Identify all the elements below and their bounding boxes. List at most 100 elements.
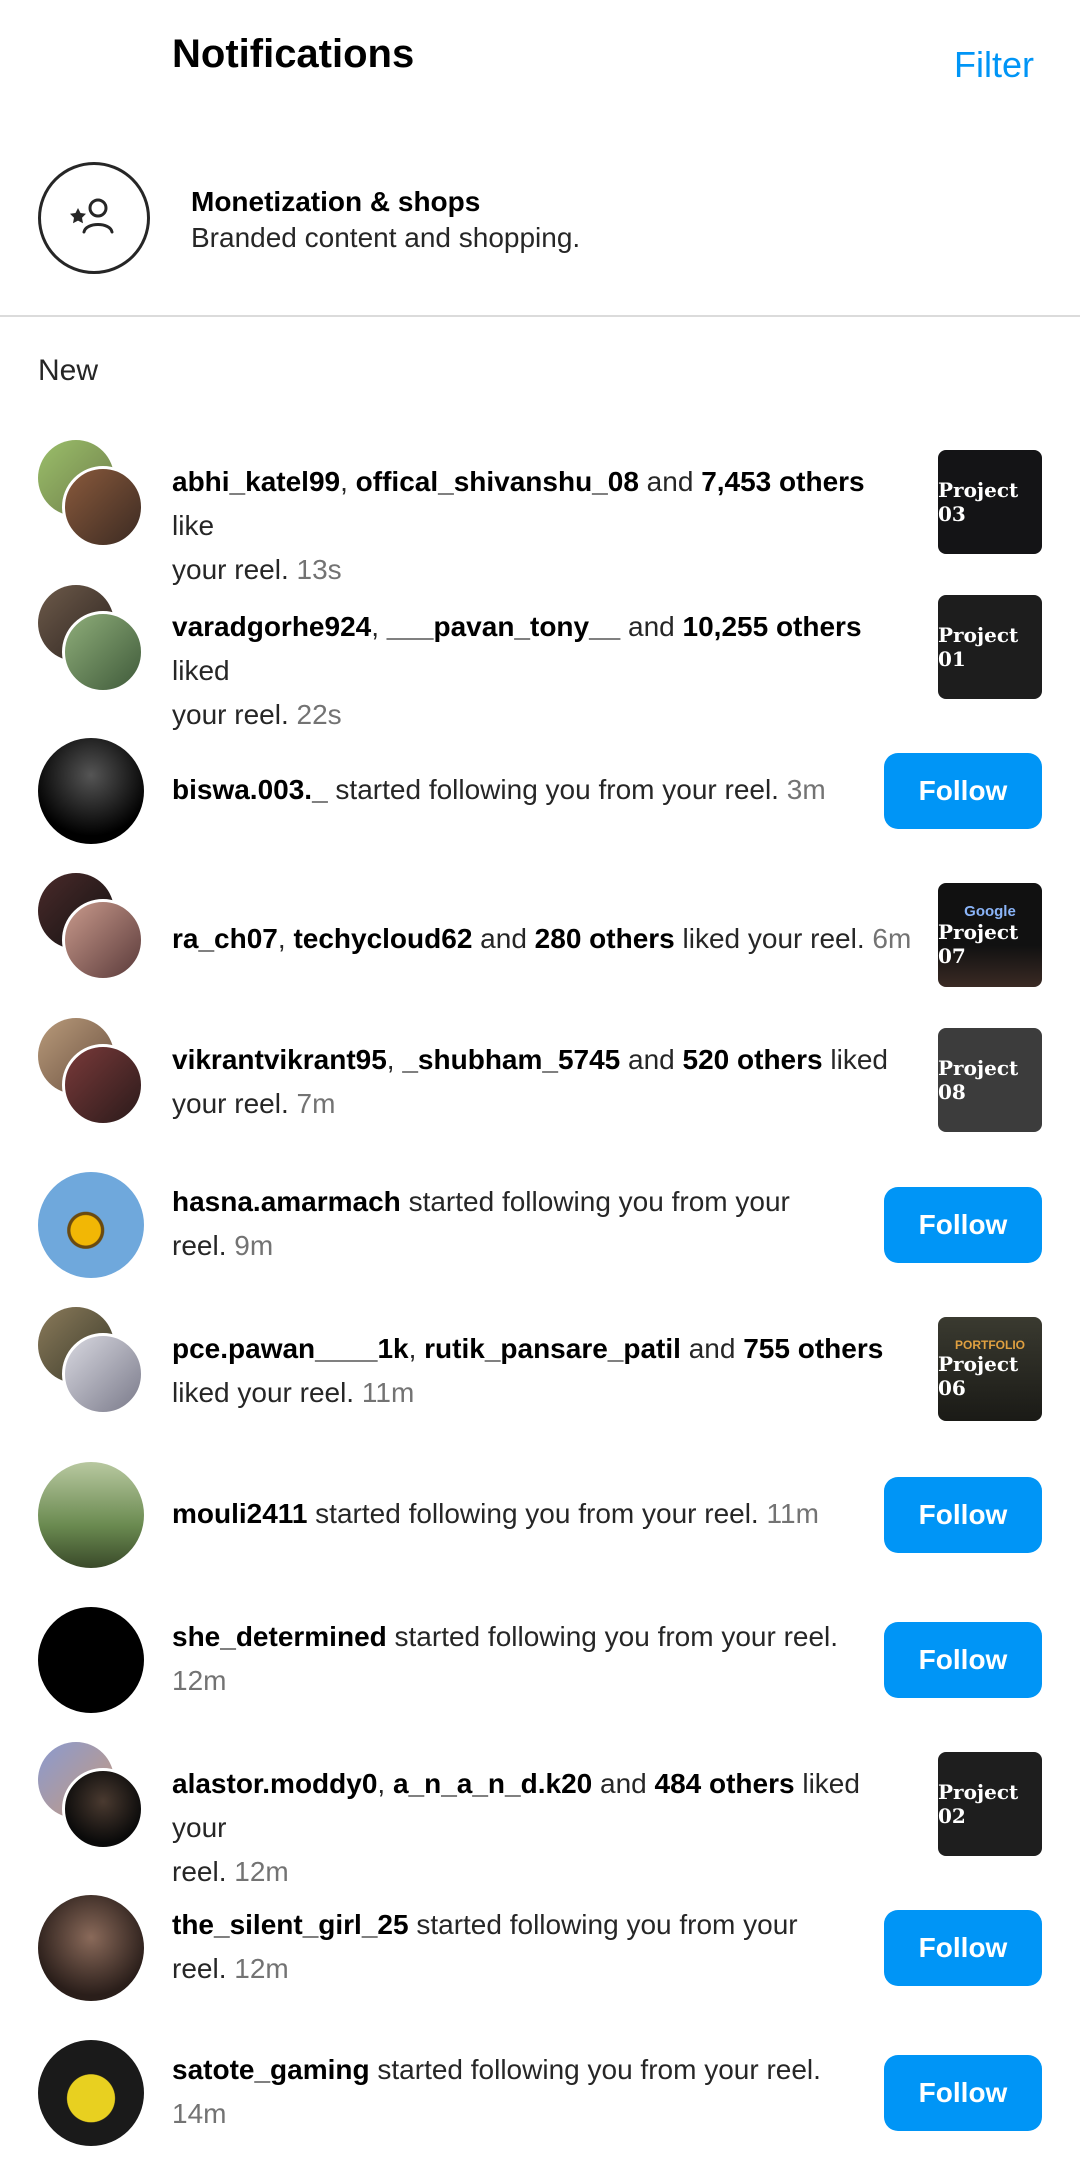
avatar[interactable] <box>38 1895 144 2001</box>
text-action: liked your reel. <box>674 923 873 954</box>
text-action: like <box>172 510 215 541</box>
avatar[interactable] <box>38 2040 144 2146</box>
username[interactable]: mouli2411 <box>172 1498 307 1529</box>
text-action: started following you from your reel. <box>307 1498 767 1529</box>
reel-thumbnail[interactable]: Project 03 <box>938 450 1042 554</box>
username[interactable]: biswa.003._ <box>172 774 328 805</box>
notification-row[interactable]: mouli2411 started following you from you… <box>0 1462 1080 1602</box>
text-and: and <box>680 1333 744 1364</box>
avatar[interactable] <box>62 611 144 693</box>
thumbnail-label: Project 01 <box>938 623 1019 671</box>
username[interactable]: she_determined <box>172 1621 387 1652</box>
notification-row[interactable]: alastor.moddy0, a_n_a_n_d.k20 and 484 ot… <box>0 1742 1080 1887</box>
avatar[interactable] <box>62 1044 144 1126</box>
text-action: your reel. <box>172 1088 297 1119</box>
text-action: liked <box>822 1044 888 1075</box>
notification-text: pce.pawan____1k, rutik_pansare_patil and… <box>172 1327 912 1415</box>
thumbnail-label: Project 06 <box>938 1352 1019 1400</box>
avatar[interactable] <box>62 1333 144 1415</box>
notification-row[interactable]: hasna.amarmach started following you fro… <box>0 1172 1080 1312</box>
reel-thumbnail[interactable]: Project 02 <box>938 1752 1042 1856</box>
notification-text: abhi_katel99, offical_shivanshu_08 and 7… <box>172 460 912 592</box>
follow-button[interactable]: Follow <box>884 1910 1042 1986</box>
page-title: Notifications <box>172 32 415 76</box>
notification-row[interactable]: biswa.003._ started following you from y… <box>0 738 1080 878</box>
username[interactable]: _shubham_5745 <box>402 1044 620 1075</box>
text-and: and <box>620 1044 683 1075</box>
timestamp: 11m <box>766 1498 819 1529</box>
notification-text: hasna.amarmach started following you fro… <box>172 1180 872 1268</box>
username[interactable]: vikrantvikrant95 <box>172 1044 387 1075</box>
thumbnail-brand: PORTFOLIO <box>955 1338 1025 1352</box>
avatar[interactable] <box>62 899 144 981</box>
separator: , <box>377 1768 393 1799</box>
timestamp: 7m <box>296 1088 336 1119</box>
timestamp: 14m <box>172 2098 227 2129</box>
username[interactable]: satote_gaming <box>172 2054 370 2085</box>
others-count[interactable]: 484 others <box>655 1768 795 1799</box>
others-count[interactable]: 10,255 others <box>683 611 862 642</box>
text-action: reel. <box>172 1230 235 1261</box>
timestamp: 3m <box>786 774 826 805</box>
avatar[interactable] <box>62 1768 144 1850</box>
others-count[interactable]: 755 others <box>743 1333 883 1364</box>
text-action: liked <box>172 655 230 686</box>
notification-row[interactable]: varadgorhe924, ___pavan_tony__ and 10,25… <box>0 585 1080 730</box>
others-count[interactable]: 520 others <box>683 1044 823 1075</box>
separator: , <box>371 611 387 642</box>
notification-row[interactable]: pce.pawan____1k, rutik_pansare_patil and… <box>0 1307 1080 1447</box>
username[interactable]: ___pavan_tony__ <box>387 611 620 642</box>
notification-row[interactable]: abhi_katel99, offical_shivanshu_08 and 7… <box>0 440 1080 585</box>
monetization-row[interactable]: Monetization & shops Branded content and… <box>0 150 1080 317</box>
person-star-icon <box>38 162 150 274</box>
follow-button[interactable]: Follow <box>884 753 1042 829</box>
text-action: reel. <box>172 1856 235 1887</box>
notification-row[interactable]: she_determined started following you fro… <box>0 1607 1080 1747</box>
reel-thumbnail[interactable]: Project 01 <box>938 595 1042 699</box>
username[interactable]: hasna.amarmach <box>172 1186 401 1217</box>
notification-text: mouli2411 started following you from you… <box>172 1492 872 1536</box>
thumbnail-label: Project 03 <box>938 478 1019 526</box>
reel-thumbnail[interactable]: PORTFOLIO Project 06 <box>938 1317 1042 1421</box>
username[interactable]: pce.pawan____1k <box>172 1333 409 1364</box>
username[interactable]: a_n_a_n_d.k20 <box>393 1768 592 1799</box>
reel-thumbnail[interactable]: Project 08 <box>938 1028 1042 1132</box>
username[interactable]: the_silent_girl_25 <box>172 1909 409 1940</box>
timestamp: 11m <box>361 1377 415 1408</box>
follow-button[interactable]: Follow <box>884 2055 1042 2131</box>
follow-button[interactable]: Follow <box>884 1477 1042 1553</box>
notification-row[interactable]: satote_gaming started following you from… <box>0 2040 1080 2180</box>
avatar[interactable] <box>38 1462 144 1568</box>
username[interactable]: alastor.moddy0 <box>172 1768 377 1799</box>
follow-button[interactable]: Follow <box>884 1187 1042 1263</box>
username[interactable]: abhi_katel99 <box>172 466 340 497</box>
thumbnail-label: Project 02 <box>938 1780 1019 1828</box>
avatar[interactable] <box>62 466 144 548</box>
notification-text: vikrantvikrant95, _shubham_5745 and 520 … <box>172 1038 912 1126</box>
username[interactable]: varadgorhe924 <box>172 611 371 642</box>
notification-text: ra_ch07, techycloud62 and 280 others lik… <box>172 917 912 961</box>
avatar[interactable] <box>38 738 144 844</box>
notification-row[interactable]: vikrantvikrant95, _shubham_5745 and 520 … <box>0 1018 1080 1158</box>
avatar[interactable] <box>38 1607 144 1713</box>
separator: , <box>408 1333 425 1364</box>
notification-row[interactable]: ra_ch07, techycloud62 and 280 others lik… <box>0 873 1080 1013</box>
timestamp: 12m <box>172 1665 227 1696</box>
reel-thumbnail[interactable]: Google Project 07 <box>938 883 1042 987</box>
username[interactable]: techycloud62 <box>293 923 472 954</box>
monetization-subtitle: Branded content and shopping. <box>191 222 581 253</box>
notification-text: the_silent_girl_25 started following you… <box>172 1903 872 1991</box>
follow-button[interactable]: Follow <box>884 1622 1042 1698</box>
thumbnail-label: Project 08 <box>938 1056 1019 1104</box>
others-count[interactable]: 280 others <box>535 923 675 954</box>
timestamp: 22s <box>296 699 342 730</box>
timestamp: 12m <box>234 1856 289 1887</box>
username[interactable]: rutik_pansare_patil <box>424 1333 681 1364</box>
thumbnail-brand: Google <box>964 902 1016 920</box>
username[interactable]: ra_ch07 <box>172 923 278 954</box>
username[interactable]: offical_shivanshu_08 <box>356 466 639 497</box>
notification-row[interactable]: the_silent_girl_25 started following you… <box>0 1895 1080 2035</box>
filter-button[interactable]: Filter <box>954 44 1034 86</box>
avatar[interactable] <box>38 1172 144 1278</box>
others-count[interactable]: 7,453 others <box>701 466 864 497</box>
